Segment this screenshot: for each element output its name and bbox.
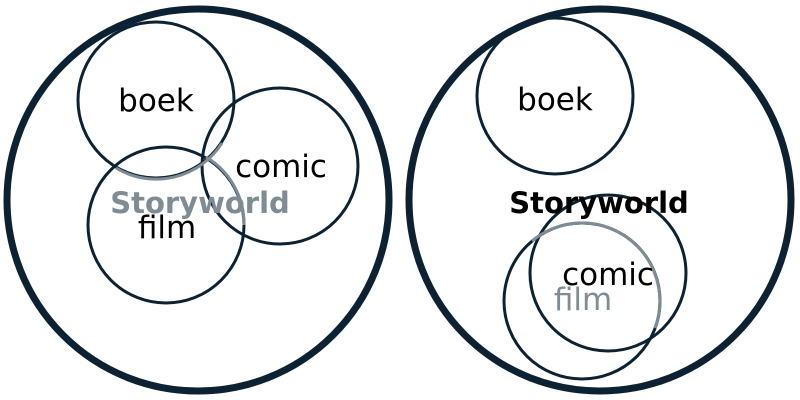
left-comic-label: comic [235, 149, 327, 185]
left-diagram: boek comic Storyworld film [3, 5, 393, 395]
right-storyworld-label: Storyworld [509, 186, 689, 220]
left-film-label: film [138, 210, 196, 246]
right-boek-label: boek [517, 82, 593, 118]
left-boek-label: boek [118, 83, 194, 119]
right-diagram: boek Storyworld comic film [405, 5, 795, 395]
right-film-label: film [554, 282, 612, 318]
storyworld-diagram: boek comic Storyworld film boek Storywor… [3, 5, 795, 395]
